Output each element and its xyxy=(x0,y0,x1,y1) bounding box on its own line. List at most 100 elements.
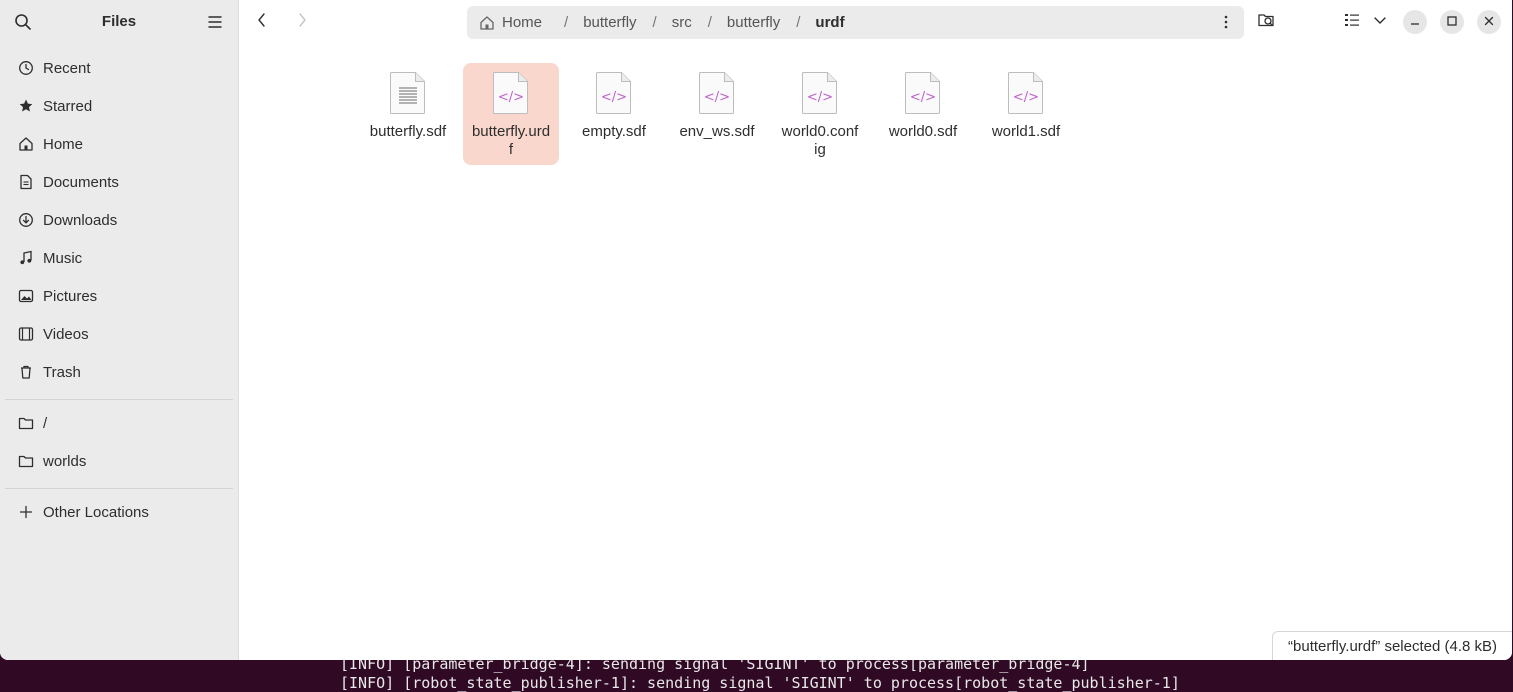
breadcrumb-separator: / xyxy=(707,14,712,31)
star-icon xyxy=(18,98,34,114)
file-item[interactable]: butterfly.sdf xyxy=(360,63,456,165)
list-view-icon xyxy=(1343,11,1361,34)
code-file-icon: </> xyxy=(1006,70,1046,116)
sidebar-item-videos[interactable]: Videos xyxy=(5,317,233,351)
sidebar-item-label: Music xyxy=(43,249,83,267)
maximize-icon xyxy=(1447,13,1457,31)
minimize-icon xyxy=(1410,13,1420,31)
videos-icon xyxy=(18,326,34,342)
more-options-icon[interactable] xyxy=(1218,14,1234,30)
plus-icon xyxy=(18,504,34,520)
sidebar-item-trash[interactable]: Trash xyxy=(5,355,233,389)
sidebar-item-recent[interactable]: Recent xyxy=(5,51,233,85)
breadcrumb-separator: / xyxy=(652,14,657,31)
file-name: world0.sdf xyxy=(888,123,958,140)
code-file-icon: </> xyxy=(594,70,634,116)
sidebar-item-root[interactable]: / xyxy=(5,406,233,440)
breadcrumb-butterfly-2[interactable]: butterfly xyxy=(727,14,780,31)
sidebar-item-starred[interactable]: Starred xyxy=(5,89,233,123)
sidebar-item-documents[interactable]: Documents xyxy=(5,165,233,199)
main-view: Home / butterfly / src / butterfly / urd… xyxy=(239,0,1512,660)
sidebar-item-label: Starred xyxy=(43,97,93,115)
app-title: Files xyxy=(101,13,137,30)
trash-icon xyxy=(18,364,34,380)
file-item[interactable]: </> world0.sdf xyxy=(875,63,971,165)
breadcrumb-src[interactable]: src xyxy=(672,14,692,31)
breadcrumb-butterfly[interactable]: butterfly xyxy=(583,14,636,31)
breadcrumb-home[interactable]: Home xyxy=(502,14,542,31)
svg-text:</>: </> xyxy=(601,90,627,105)
folder-icon xyxy=(18,453,34,469)
documents-icon xyxy=(18,174,34,190)
hamburger-menu-icon[interactable] xyxy=(206,13,224,31)
maximize-button[interactable] xyxy=(1440,10,1464,34)
sidebar-item-label: Trash xyxy=(43,363,81,381)
breadcrumb-separator: / xyxy=(564,14,569,31)
downloads-icon xyxy=(18,212,34,228)
path-bar: Home / butterfly / src / butterfly / urd… xyxy=(467,6,1244,39)
sidebar-item-label: Other Locations xyxy=(43,503,149,521)
sidebar-item-label: Downloads xyxy=(43,211,118,229)
svg-text:</>: </> xyxy=(498,90,524,105)
sidebar: Files Recent Starred Home Documents Down… xyxy=(0,0,239,660)
search-folder-button[interactable] xyxy=(1255,10,1279,34)
file-item[interactable]: </> world1.sdf xyxy=(978,63,1074,165)
close-button[interactable] xyxy=(1477,10,1501,34)
back-button[interactable] xyxy=(250,10,274,34)
chevron-left-icon xyxy=(256,12,268,33)
sidebar-item-music[interactable]: Music xyxy=(5,241,233,275)
sidebar-item-label: worlds xyxy=(43,452,87,470)
sidebar-item-home[interactable]: Home xyxy=(5,127,233,161)
clock-icon xyxy=(18,60,34,76)
view-options-button[interactable] xyxy=(1368,10,1392,34)
sidebar-item-other-locations[interactable]: Other Locations xyxy=(5,495,233,529)
sidebar-item-downloads[interactable]: Downloads xyxy=(5,203,233,237)
code-file-icon: </> xyxy=(903,70,943,116)
sidebar-item-worlds[interactable]: worlds xyxy=(5,444,233,478)
sidebar-item-label: / xyxy=(43,414,48,432)
home-icon xyxy=(18,136,34,152)
breadcrumb-separator: / xyxy=(796,14,801,31)
code-file-icon: </> xyxy=(800,70,840,116)
file-item[interactable]: </> butterfly.urdf xyxy=(463,63,559,165)
sidebar-item-pictures[interactable]: Pictures xyxy=(5,279,233,313)
close-icon xyxy=(1484,13,1494,31)
pictures-icon xyxy=(18,288,34,304)
sidebar-divider xyxy=(5,488,233,489)
sidebar-item-label: Pictures xyxy=(43,287,98,305)
files-window: Files Recent Starred Home Documents Down… xyxy=(0,0,1512,660)
file-item[interactable]: </> env_ws.sdf xyxy=(669,63,765,165)
svg-text:</>: </> xyxy=(704,90,730,105)
view-list-button[interactable] xyxy=(1340,10,1364,34)
terminal-line: [INFO] [robot_state_publisher-1]: sendin… xyxy=(340,674,1180,692)
code-file-icon: </> xyxy=(697,70,737,116)
sidebar-item-label: Videos xyxy=(43,325,89,343)
folder-icon xyxy=(18,415,34,431)
sidebar-item-label: Documents xyxy=(43,173,119,191)
forward-button[interactable] xyxy=(290,10,314,34)
home-icon xyxy=(479,15,495,31)
file-name: butterfly.sdf xyxy=(369,123,447,140)
text-file-icon xyxy=(388,70,428,116)
chevron-down-icon xyxy=(1373,13,1387,32)
sidebar-item-label: Home xyxy=(43,135,84,153)
svg-text:</>: </> xyxy=(1013,90,1039,105)
file-item[interactable]: </> empty.sdf xyxy=(566,63,662,165)
status-overlay: “butterfly.urdf” selected (4.8 kB) xyxy=(1272,631,1512,660)
music-icon xyxy=(18,250,34,266)
svg-text:</>: </> xyxy=(807,90,833,105)
code-file-icon: </> xyxy=(491,70,531,116)
minimize-button[interactable] xyxy=(1403,10,1427,34)
svg-text:</>: </> xyxy=(910,90,936,105)
file-name: empty.sdf xyxy=(582,123,646,140)
file-name: world0.config xyxy=(781,123,859,158)
breadcrumb-urdf[interactable]: urdf xyxy=(815,14,844,31)
chevron-right-icon xyxy=(296,12,308,33)
folder-search-icon xyxy=(1257,10,1277,35)
sidebar-header: Files xyxy=(0,0,238,44)
file-name: env_ws.sdf xyxy=(679,123,755,140)
sidebar-item-label: Recent xyxy=(43,59,91,77)
file-name: butterfly.urdf xyxy=(471,123,551,158)
file-item[interactable]: </> world0.config xyxy=(772,63,868,165)
sidebar-divider xyxy=(5,399,233,400)
